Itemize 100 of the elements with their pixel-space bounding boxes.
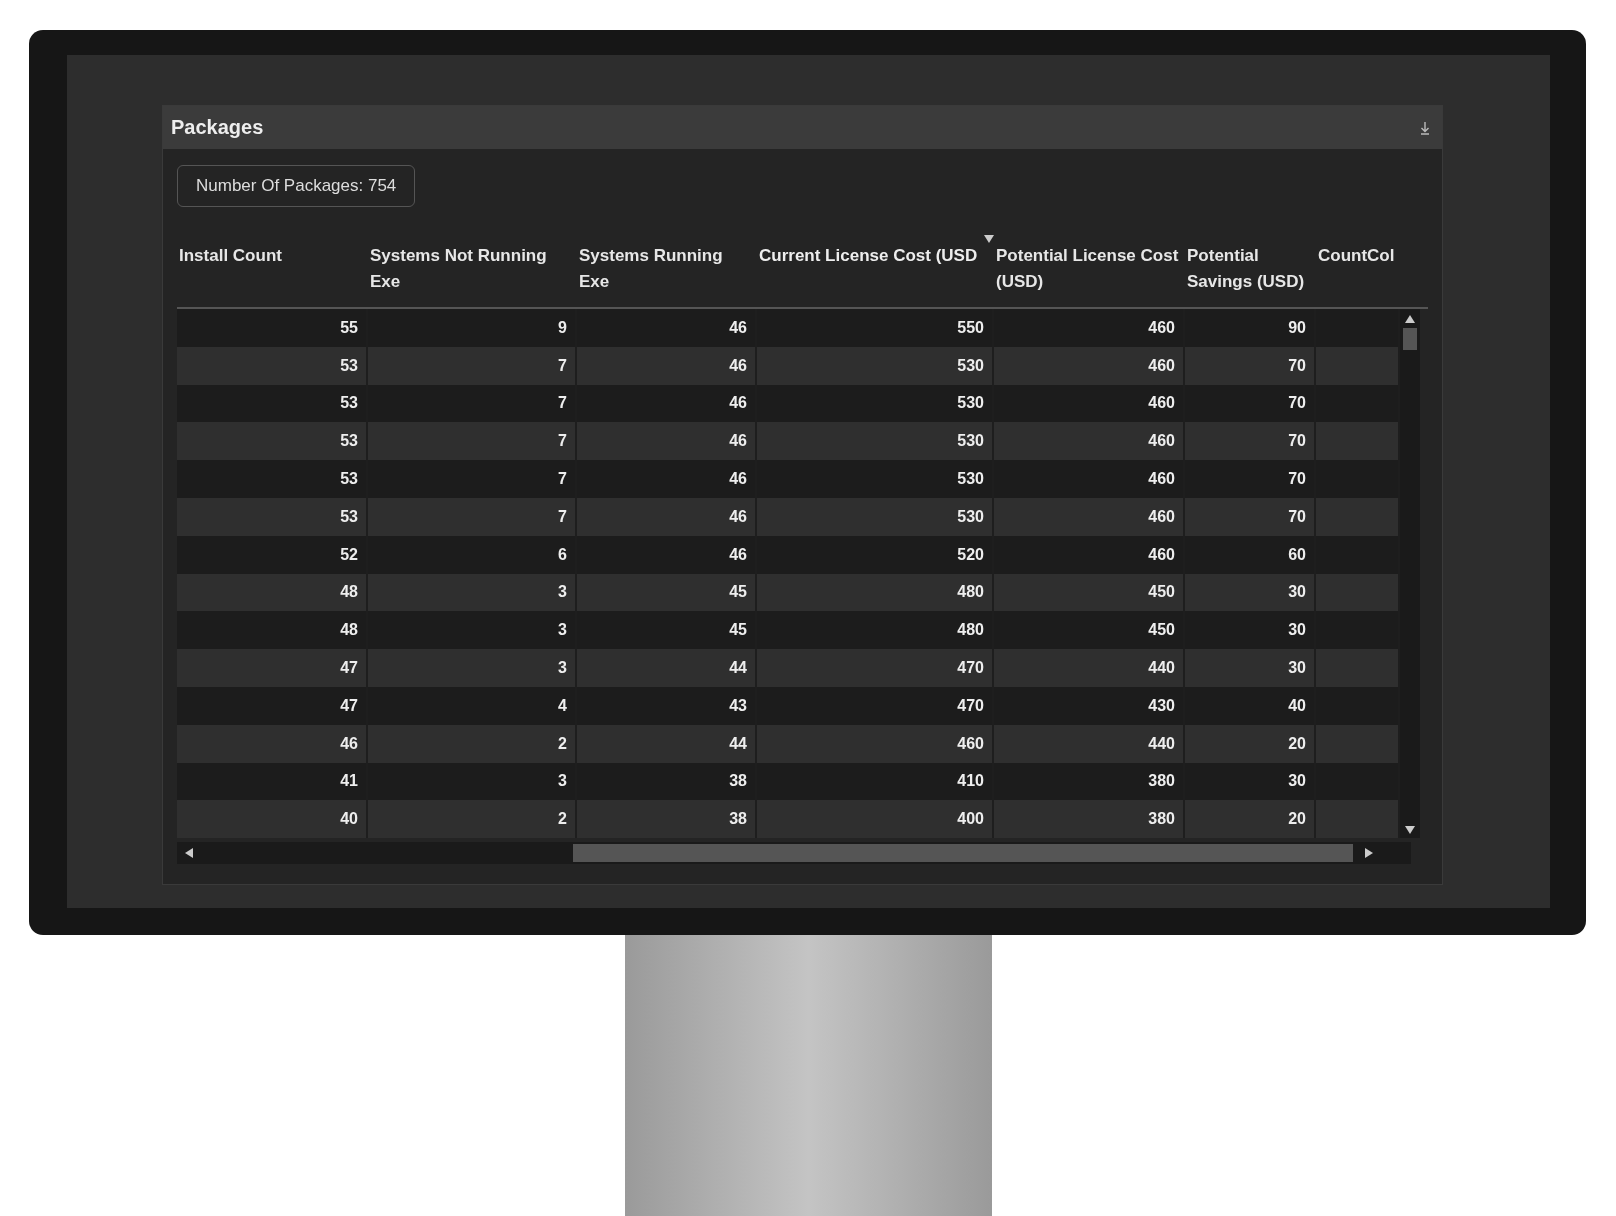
scrollbar-thumb[interactable] [1403,328,1417,350]
table-cell: 20 [1288,810,1306,829]
table-cell: 530 [957,470,984,489]
table-cell: 45 [729,621,747,640]
table-row[interactable]: 47 4 43 470 430 40 [177,686,1400,725]
table-cell: 530 [957,356,984,375]
table-cell: 38 [729,772,747,791]
scroll-up-icon[interactable] [1405,315,1415,323]
table-cell: 9 [558,318,567,337]
scroll-left-icon[interactable] [185,848,193,859]
table-cell: 70 [1288,507,1306,526]
table-cell: 70 [1288,356,1306,375]
table-cell: 70 [1288,470,1306,489]
table-cell: 460 [1148,318,1175,337]
table-row[interactable]: 53 7 46 530 460 70 [177,346,1400,385]
table-cell: 70 [1288,394,1306,413]
table-cell: 530 [957,432,984,451]
table-cell: 460 [957,734,984,753]
column-header[interactable]: Potential License Cost (USD) [994,233,1185,303]
table-cell: 380 [1148,772,1175,791]
table-row[interactable]: 46 2 44 460 440 20 [177,724,1400,763]
column-header[interactable]: Potential Savings (USD) [1185,233,1316,303]
column-header[interactable]: Systems Not Running Exe [368,233,577,303]
table-row[interactable]: 41 3 38 410 380 30 [177,762,1400,801]
table-cell: 47 [340,659,358,678]
table-cell: 7 [558,394,567,413]
column-header[interactable]: Current License Cost (USD [757,233,994,277]
package-count: Number Of Packages: 754 [177,165,416,207]
table-cell: 520 [957,545,984,564]
scrollbar-thumb[interactable] [573,844,1353,863]
scroll-right-icon[interactable] [1365,848,1373,859]
table-cell: 52 [340,545,358,564]
table-cell: 2 [558,734,567,753]
table-cell: 460 [1148,470,1175,489]
table-cell: 460 [1148,394,1175,413]
table-cell: 47 [340,696,358,715]
table-cell: 70 [1288,432,1306,451]
table-cell: 3 [558,621,567,640]
vertical-scrollbar[interactable] [1400,309,1420,839]
table-cell: 46 [729,507,747,526]
table-cell: 46 [729,318,747,337]
column-header[interactable]: Install Count [177,233,368,277]
table-cell: 46 [340,734,358,753]
table-cell: 2 [558,810,567,829]
horizontal-scrollbar[interactable] [177,842,1411,865]
column-header[interactable]: CountCol [1316,233,1400,277]
table-row[interactable]: 53 7 46 530 460 70 [177,460,1400,498]
table-row[interactable]: 55 9 46 550 460 90 [177,309,1400,347]
table-cell: 30 [1288,583,1306,602]
table-cell: 41 [340,772,358,791]
table-cell: 30 [1288,659,1306,678]
table-cell: 470 [957,659,984,678]
table-cell: 450 [1148,583,1175,602]
table-cell: 53 [340,432,358,451]
table-row[interactable]: 53 7 46 530 460 70 [177,498,1400,536]
table-cell: 53 [340,394,358,413]
table-cell: 530 [957,394,984,413]
table-cell: 550 [957,318,984,337]
table-cell: 440 [1148,734,1175,753]
table-cell: 48 [340,583,358,602]
table-cell: 460 [1148,356,1175,375]
table-row[interactable]: 52 6 46 520 460 60 [177,535,1400,574]
table-cell: 38 [729,810,747,829]
table-cell: 380 [1148,810,1175,829]
table-cell: 90 [1288,318,1306,337]
table-cell: 460 [1148,432,1175,451]
table-cell: 53 [340,507,358,526]
table-cell: 7 [558,432,567,451]
table-cell: 7 [558,470,567,489]
table-cell: 530 [957,507,984,526]
table-cell: 450 [1148,621,1175,640]
table-cell: 46 [729,432,747,451]
table-cell: 46 [729,545,747,564]
table-row[interactable]: 40 2 38 400 380 20 [177,800,1400,839]
table-cell: 48 [340,621,358,640]
table-cell: 460 [1148,545,1175,564]
table-cell: 53 [340,356,358,375]
table-cell: 410 [957,772,984,791]
table-cell: 480 [957,621,984,640]
download-icon[interactable] [1420,120,1430,135]
table-cell: 3 [558,772,567,791]
table-cell: 460 [1148,507,1175,526]
table-cell: 44 [729,659,747,678]
table-row[interactable]: 48 3 45 480 450 30 [177,573,1400,612]
table-cell: 55 [340,318,358,337]
column-header[interactable]: Systems Running Exe [577,233,757,303]
table-row[interactable]: 53 7 46 530 460 70 [177,422,1400,461]
table-cell: 46 [729,356,747,375]
scroll-down-icon[interactable] [1405,826,1415,835]
table-row[interactable]: 47 3 44 470 440 30 [177,649,1400,687]
sort-icon[interactable] [984,235,994,243]
table-cell: 430 [1148,696,1175,715]
table-cell: 30 [1288,772,1306,791]
table-cell: 7 [558,507,567,526]
table-cell: 400 [957,810,984,829]
table-cell: 60 [1288,545,1306,564]
table-cell: 20 [1288,734,1306,753]
table-row[interactable]: 48 3 45 480 450 30 [177,611,1400,650]
table-row[interactable]: 53 7 46 530 460 70 [177,384,1400,423]
table-cell: 46 [729,394,747,413]
